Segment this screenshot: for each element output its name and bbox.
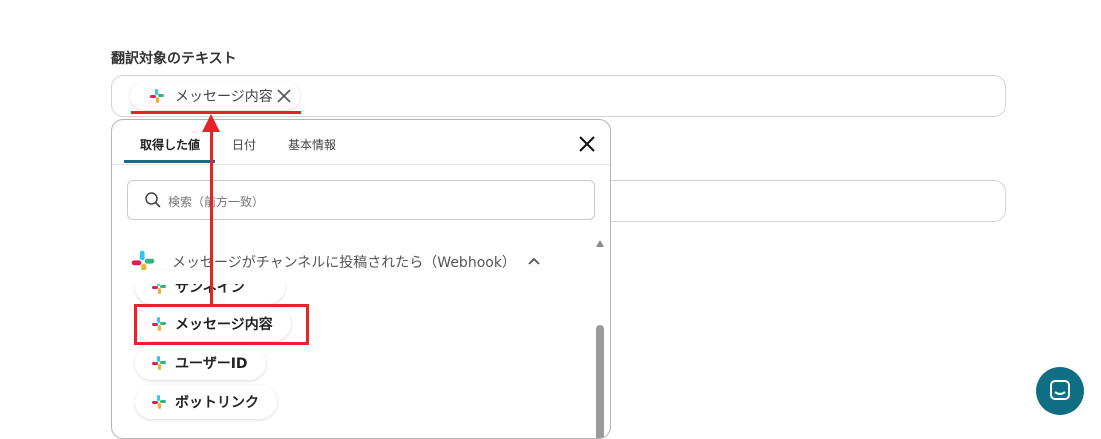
value-picker-popup: 取得した値 日付 基本情報 検索（前方一致） メッセージがチャンネルに投稿された… [111, 119, 611, 439]
tag-label: メッセージ内容 [175, 89, 273, 105]
tab-date[interactable]: 日付 [232, 136, 256, 153]
search-placeholder: 検索（前方一致） [168, 195, 265, 209]
group-title: メッセージがチャンネルに投稿されたら（Webhook） [172, 255, 516, 271]
annotation-highlight-box [134, 304, 309, 345]
annotation-arrow-head [202, 114, 220, 132]
scroll-up-arrow[interactable] [596, 240, 604, 247]
annotation-arrow-line [210, 130, 213, 304]
list-item-label: ユーザーID [175, 356, 248, 372]
list-item-bot-link[interactable]: ボットリンク [135, 385, 277, 419]
tab-basic-info[interactable]: 基本情報 [288, 136, 336, 153]
field-label: 翻訳対象のテキスト [111, 51, 237, 67]
scrollbar-thumb[interactable] [596, 325, 604, 438]
chat-button[interactable] [1036, 367, 1084, 415]
close-icon[interactable] [274, 86, 294, 106]
tab-bar: 取得した値 日付 基本情報 [112, 120, 610, 165]
list-item-label: ボットリンク [175, 395, 259, 411]
list-item-user-id[interactable]: ユーザーID [135, 346, 266, 380]
chat-icon [1050, 380, 1070, 400]
chevron-up-icon[interactable] [526, 254, 542, 270]
tab-retrieved-values[interactable]: 取得した値 [140, 136, 200, 153]
search-input[interactable]: 検索（前方一致） [127, 180, 595, 220]
slack-icon [151, 394, 167, 410]
slack-icon [149, 88, 165, 104]
search-icon [144, 191, 162, 209]
selected-value-tag[interactable]: メッセージ内容 [130, 82, 300, 110]
slack-icon [151, 355, 167, 371]
close-icon[interactable] [576, 133, 598, 155]
active-tab-indicator [124, 160, 215, 163]
list-clip-mask [112, 270, 592, 284]
